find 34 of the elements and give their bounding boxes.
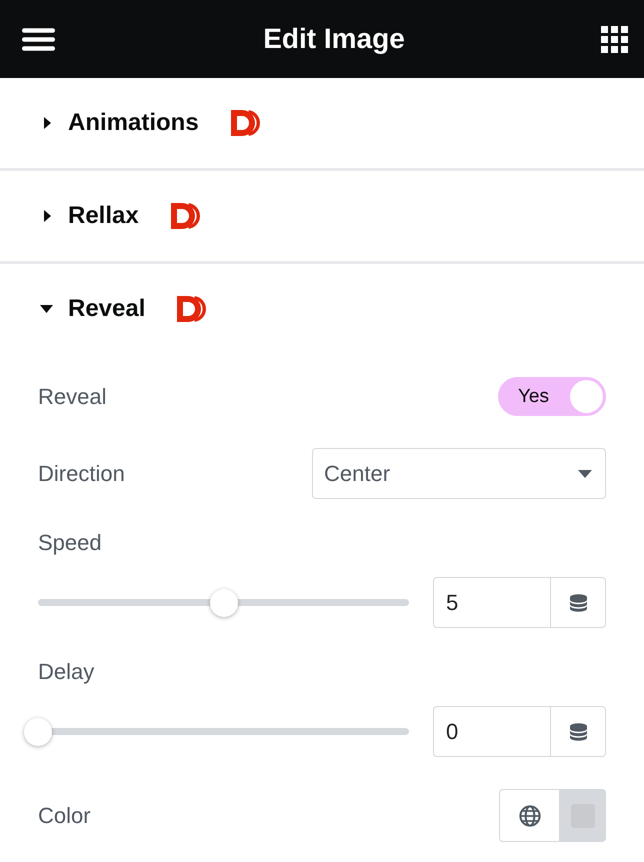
caret-right-icon [44,210,51,222]
database-button[interactable] [551,577,606,628]
apps-button[interactable] [601,26,628,52]
window-title: Edit Image [263,25,405,53]
logo-icon [230,110,262,136]
caret-down-icon [40,305,53,313]
section-toggle[interactable]: Animations [40,108,199,138]
database-icon [570,594,586,612]
number-input[interactable]: 0 [433,706,551,757]
field-label: Reveal [38,384,106,408]
switch-knob [570,380,603,413]
logo-icon [170,203,202,229]
slider-thumb[interactable] [24,718,52,746]
toggle-switch[interactable]: Yes [498,377,606,416]
caret-down-icon [578,470,592,478]
field-label: Delay [38,660,94,684]
number-input[interactable]: 5 [433,577,551,628]
caret-right-icon [44,117,51,129]
field-label: Direction [38,462,125,486]
section-toggle[interactable]: Rellax [40,201,139,231]
logo-icon [177,296,208,322]
global-colors-button[interactable] [499,789,560,842]
slider-thumb[interactable] [210,588,238,616]
menu-icon [22,28,55,50]
database-button[interactable] [551,706,606,757]
section-toggle[interactable]: Reveal [40,294,146,324]
field-label: Color [38,804,91,828]
grid-icon [601,26,628,52]
direction-dropdown[interactable]: Center [312,448,606,499]
field-label: Speed [38,531,102,555]
menu-button[interactable] [22,27,55,51]
color-picker-button[interactable] [560,789,606,842]
globe-icon [518,804,540,826]
database-icon [570,722,586,740]
